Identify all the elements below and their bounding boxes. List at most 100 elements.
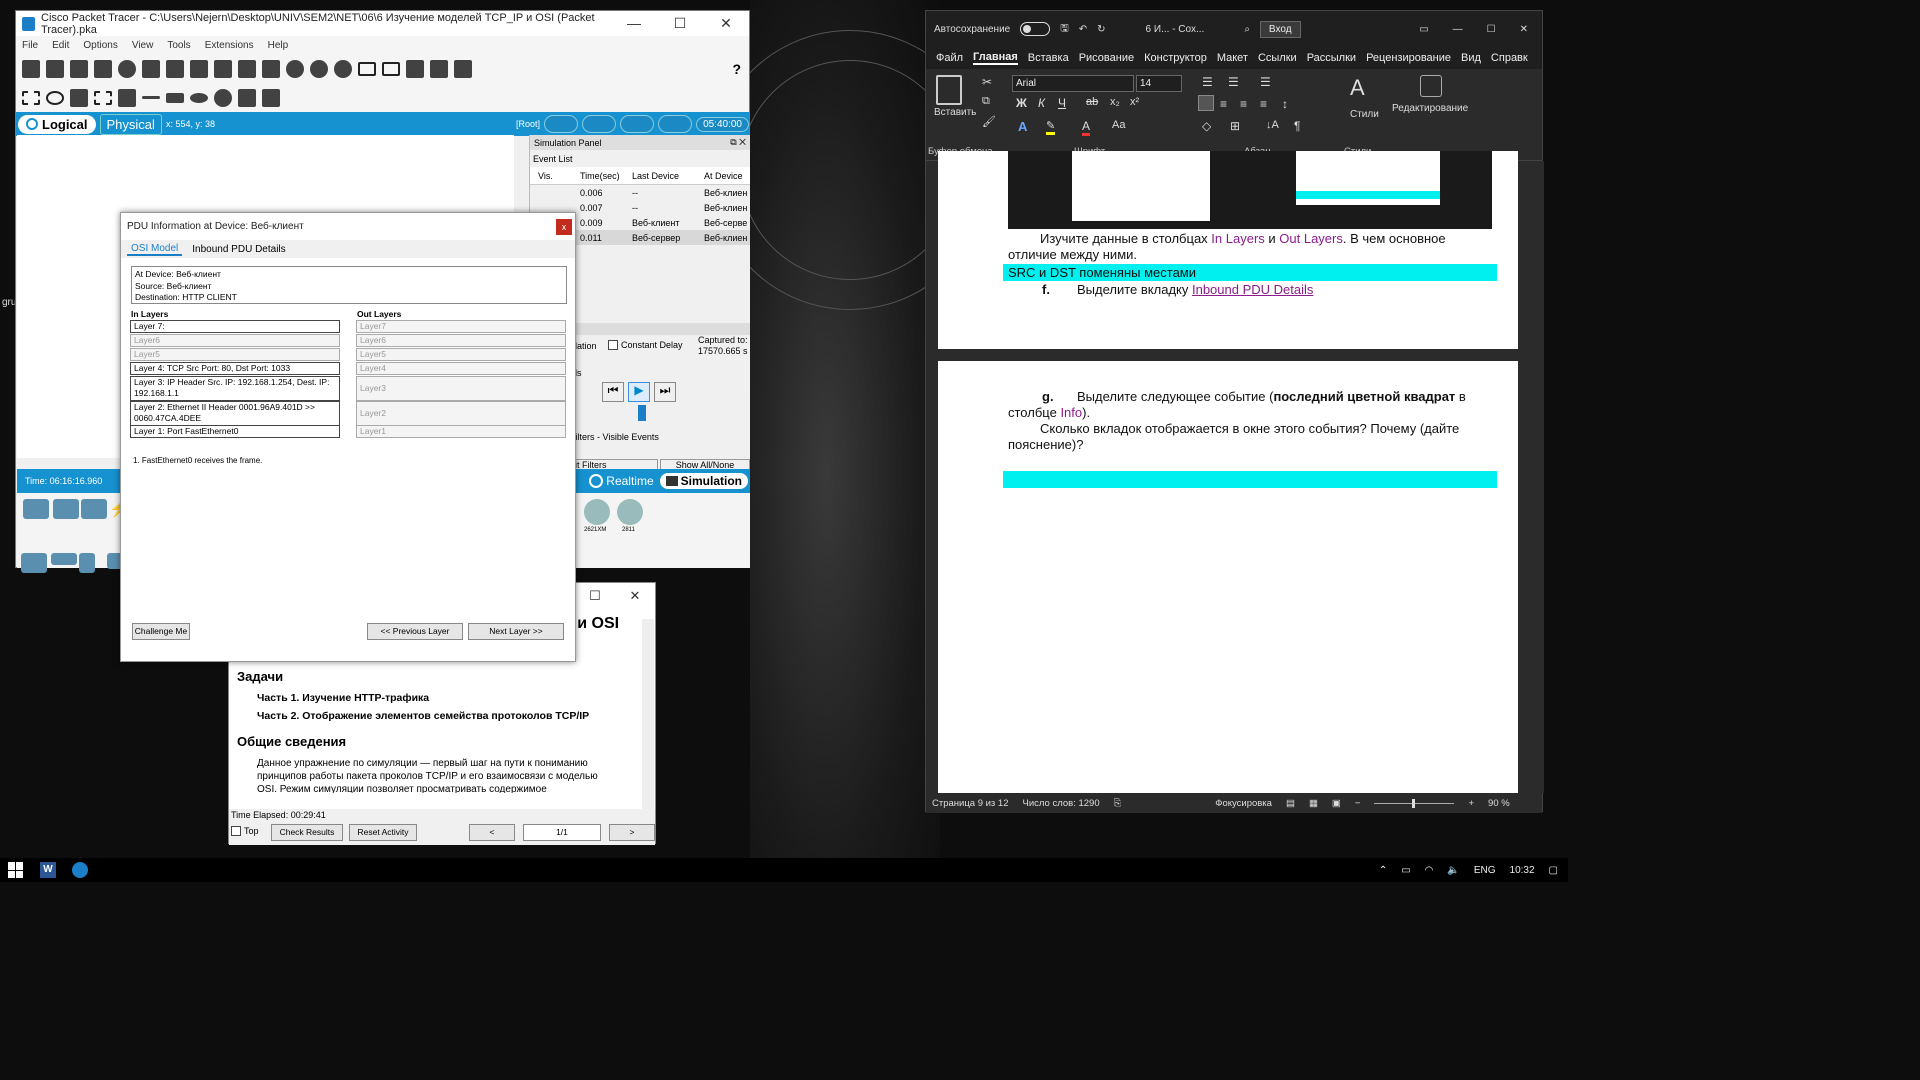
zoom-reset-icon[interactable] xyxy=(310,59,328,78)
close-button[interactable]: ✕ xyxy=(1520,24,1528,35)
bold-icon[interactable]: Ж xyxy=(1016,96,1027,110)
focus-mode[interactable]: Фокусировка xyxy=(1215,798,1272,809)
event-scrollbar[interactable] xyxy=(570,323,750,335)
end-devices-icon[interactable] xyxy=(53,499,79,519)
tab-design[interactable]: Конструктор xyxy=(1144,52,1207,64)
multilevel-list-icon[interactable]: ☰ xyxy=(1260,75,1271,89)
hubs-icon[interactable] xyxy=(79,553,95,573)
line-icon[interactable] xyxy=(142,96,160,99)
copy-icon[interactable] xyxy=(190,59,208,78)
physical-tab[interactable]: Physical xyxy=(99,113,162,135)
menu-extensions[interactable]: Extensions xyxy=(205,40,254,51)
out-layer-5[interactable]: Layer5 xyxy=(356,348,566,361)
zoom-in-icon[interactable]: + xyxy=(1468,798,1474,809)
environment-button[interactable] xyxy=(658,115,693,133)
realtime-tab[interactable]: Realtime xyxy=(589,474,654,488)
maximize-button[interactable]: ☐ xyxy=(657,15,703,32)
components-icon[interactable] xyxy=(81,499,107,519)
tab-references[interactable]: Ссылки xyxy=(1258,52,1297,64)
clock[interactable]: 10:32 xyxy=(1510,865,1535,876)
pilcrow-icon[interactable]: ¶ xyxy=(1294,119,1300,133)
format-painter-icon[interactable]: 🖌 xyxy=(982,115,996,128)
zoom-slider[interactable] xyxy=(1374,798,1455,808)
underline-icon[interactable]: Ч xyxy=(1058,96,1066,110)
delete-icon[interactable] xyxy=(70,88,88,107)
font-name-select[interactable]: Arial xyxy=(1012,75,1134,92)
volume-icon[interactable]: 🔈 xyxy=(1447,865,1459,876)
tab-view[interactable]: Вид xyxy=(1461,52,1481,64)
align-right-icon[interactable]: ≡ xyxy=(1240,97,1247,111)
word-taskbar-icon[interactable]: W xyxy=(40,862,56,878)
notifications-icon[interactable]: ▢ xyxy=(1549,865,1558,876)
tab-layout[interactable]: Макет xyxy=(1217,52,1248,64)
in-layer-2[interactable]: Layer 2: Ethernet II Header 0001.96A9.40… xyxy=(130,401,340,426)
styles-icon[interactable]: A xyxy=(1350,75,1365,101)
borders-icon[interactable]: ⊞ xyxy=(1230,119,1240,133)
reset-activity-button[interactable]: Reset Activity xyxy=(349,824,417,841)
add-simple-pdu-icon[interactable] xyxy=(238,88,256,107)
constant-delay-checkbox[interactable]: Constant Delay xyxy=(608,340,683,350)
screenshot-icon[interactable] xyxy=(454,59,472,78)
tab-review[interactable]: Рецензирование xyxy=(1366,52,1451,64)
logical-tab[interactable]: Logical xyxy=(18,114,96,134)
change-case-icon[interactable]: Aa xyxy=(1112,119,1125,131)
in-layer-1[interactable]: Layer 1: Port FastEthernet0 xyxy=(130,425,340,438)
viewport-button[interactable] xyxy=(544,115,579,133)
zoom-out-icon[interactable]: − xyxy=(1355,798,1361,809)
cut-icon[interactable]: ✂ xyxy=(982,75,992,89)
save-icon[interactable]: 🖫 xyxy=(1060,21,1069,38)
document-page-2[interactable]: g. Выделите следующее событие (последний… xyxy=(938,361,1518,793)
zoom-out-icon[interactable] xyxy=(334,59,352,78)
network-icon[interactable] xyxy=(142,59,160,78)
print-icon[interactable] xyxy=(94,59,112,78)
menu-file[interactable]: File xyxy=(22,40,38,51)
in-layer-3[interactable]: Layer 3: IP Header Src. IP: 192.168.1.25… xyxy=(130,376,340,401)
out-layer-6[interactable]: Layer6 xyxy=(356,334,566,347)
cluster-nav-button[interactable] xyxy=(582,115,617,133)
in-layer-5[interactable]: Layer5 xyxy=(130,348,340,361)
answer-field-empty[interactable] xyxy=(1003,471,1497,488)
menu-options[interactable]: Options xyxy=(83,40,117,51)
packet-tracer-taskbar-icon[interactable] xyxy=(72,862,88,878)
redo-icon[interactable] xyxy=(262,59,280,78)
text-effects-icon[interactable]: A xyxy=(1018,119,1027,134)
redo-icon[interactable]: ↻ xyxy=(1097,24,1105,35)
line-spacing-icon[interactable]: ↕ xyxy=(1282,97,1288,111)
challenge-me-button[interactable]: Challenge Me xyxy=(132,623,190,640)
tab-file[interactable]: Файл xyxy=(936,52,963,64)
instructions-scrollbar[interactable] xyxy=(642,619,654,809)
tab-home[interactable]: Главная xyxy=(973,51,1018,65)
network-devices-icon[interactable] xyxy=(23,499,49,519)
search-icon[interactable]: ⌕ xyxy=(1244,24,1250,35)
page-count[interactable]: Страница 9 из 12 xyxy=(932,798,1009,809)
info-icon[interactable] xyxy=(118,59,136,78)
in-layer-4[interactable]: Layer 4: TCP Src Port: 80, Dst Port: 103… xyxy=(130,362,340,375)
network-tray-icon[interactable]: ▭ xyxy=(1401,865,1410,876)
language-indicator[interactable]: ENG xyxy=(1474,865,1496,876)
undo-icon[interactable]: ↶ xyxy=(1079,24,1087,35)
editing-label[interactable]: Редактирование xyxy=(1392,103,1468,114)
back-button[interactable]: ⏮ xyxy=(602,382,624,402)
proofing-icon[interactable]: ⎘ xyxy=(1114,798,1122,809)
simulation-tab[interactable]: Simulation xyxy=(659,473,748,489)
tab-mailings[interactable]: Рассылки xyxy=(1307,52,1356,64)
document-title[interactable]: 6 И... - Сох... xyxy=(1146,24,1205,35)
undo-icon[interactable] xyxy=(238,59,256,78)
add-complex-pdu-icon[interactable] xyxy=(262,88,280,107)
document-page-1[interactable]: Изучите данные в столбцах In Layers и Ou… xyxy=(938,151,1518,349)
zoom-in-icon[interactable] xyxy=(286,59,304,78)
web-layout-icon[interactable]: ▣ xyxy=(1332,798,1341,809)
strikethrough-icon[interactable]: ab xyxy=(1086,96,1098,108)
start-icon[interactable] xyxy=(8,862,24,878)
minimize-button[interactable]: — xyxy=(611,15,657,32)
wifi-icon[interactable]: ◠ xyxy=(1425,865,1434,876)
save-icon[interactable] xyxy=(70,59,88,78)
out-layer-2[interactable]: Layer2 xyxy=(356,401,566,426)
prev-page-button[interactable]: < xyxy=(469,824,515,841)
rectangle-icon[interactable] xyxy=(166,92,184,103)
subscript-icon[interactable]: x₂ xyxy=(1110,96,1120,108)
menu-view[interactable]: View xyxy=(132,40,154,51)
play-button[interactable]: ▶ xyxy=(628,382,650,402)
menu-help[interactable]: Help xyxy=(268,40,289,51)
next-layer-button[interactable]: Next Layer >> xyxy=(468,623,564,640)
